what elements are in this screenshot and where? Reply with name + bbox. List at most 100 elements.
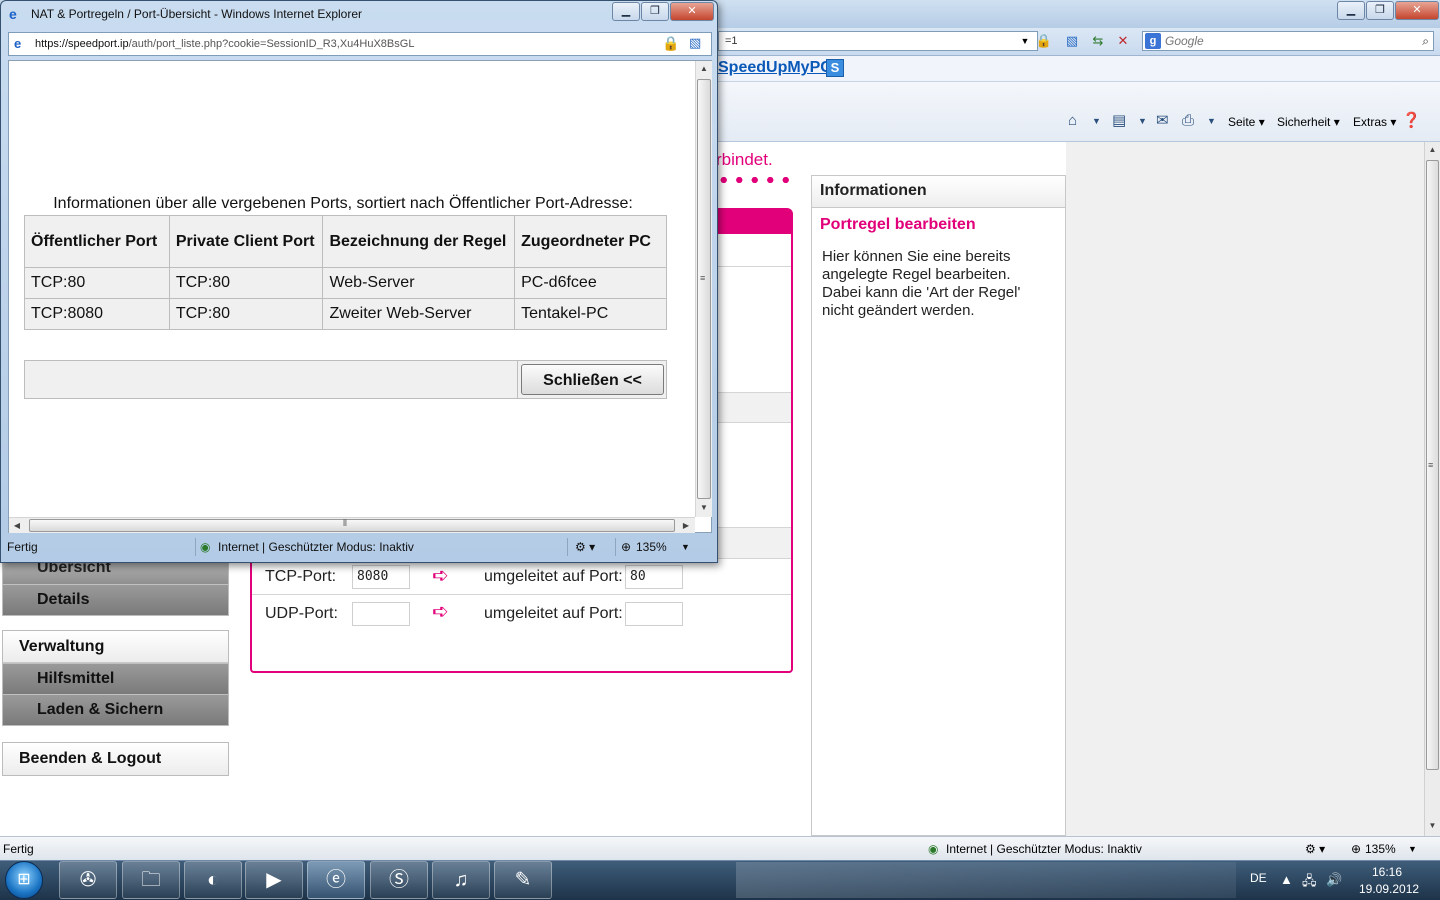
skype-icon[interactable]: Ⓢ bbox=[370, 861, 428, 899]
popup-restore-button[interactable]: ❐ bbox=[641, 2, 669, 21]
lock-icon[interactable]: 🔒 bbox=[1034, 31, 1054, 51]
mail-icon[interactable]: ✉ bbox=[1156, 112, 1169, 130]
popup-minimize-button[interactable]: ▁ bbox=[612, 2, 640, 21]
refresh-icon[interactable]: ⇆ bbox=[1088, 31, 1108, 51]
compatibility-view-icon[interactable]: ▧ bbox=[689, 35, 701, 51]
start-button[interactable]: ⊞ bbox=[5, 861, 43, 899]
scroll-right-icon[interactable]: ▶ bbox=[678, 518, 694, 534]
search-icon[interactable]: ⌕ bbox=[1422, 32, 1429, 50]
scroll-down-icon[interactable]: ▼ bbox=[696, 500, 712, 516]
zoom-dropdown-icon[interactable]: ▼ bbox=[681, 536, 690, 558]
protected-mode-icon[interactable]: ⚙ ▾ bbox=[575, 536, 595, 558]
clock-date[interactable]: 19.09.2012 bbox=[1359, 882, 1419, 896]
popup-horizontal-scrollbar[interactable]: ◀ ⦀ ▶ bbox=[9, 517, 695, 533]
internet-explorer-icon[interactable]: ⓔ bbox=[307, 861, 365, 899]
speedupmypc-icon[interactable]: S bbox=[826, 59, 844, 77]
google-icon: g bbox=[1145, 33, 1161, 49]
form-section-shade bbox=[716, 392, 791, 422]
nav-head-verwaltung[interactable]: Verwaltung bbox=[3, 631, 228, 663]
language-indicator[interactable]: DE bbox=[1250, 871, 1267, 885]
main-vertical-scrollbar[interactable]: ▲ ≡ ▼ bbox=[1424, 142, 1440, 836]
tcp-port-label: TCP-Port: bbox=[265, 568, 337, 585]
popup-close-window-button[interactable]: ✕ bbox=[670, 2, 714, 21]
minimize-button[interactable]: ▁ bbox=[1337, 1, 1365, 20]
scroll-up-icon[interactable]: ▲ bbox=[1425, 142, 1440, 158]
command-bar bbox=[716, 82, 1440, 142]
print-dropdown-icon[interactable]: ▼ bbox=[1207, 112, 1216, 130]
popup-zoom-level[interactable]: 135% bbox=[636, 536, 667, 558]
tray-expand-icon[interactable]: ▲ bbox=[1280, 872, 1293, 887]
favorite-link-speedupmypc[interactable]: SpeedUpMyPC bbox=[718, 59, 832, 77]
nav-group-overview: Übersicht Details bbox=[2, 560, 229, 616]
feeds-icon[interactable]: ▤ bbox=[1112, 112, 1126, 130]
scroll-thumb[interactable] bbox=[697, 79, 711, 499]
nav-group-admin: Verwaltung Hilfsmittel Laden & Sichern bbox=[2, 630, 229, 726]
search-box[interactable]: g Google ⌕ bbox=[1142, 31, 1434, 51]
nav-item-details[interactable]: Details bbox=[3, 584, 228, 615]
scroll-up-icon[interactable]: ▲ bbox=[696, 61, 712, 77]
udp-port-input[interactable] bbox=[352, 602, 410, 626]
print-icon[interactable]: ⎙ bbox=[1182, 112, 1194, 130]
form-section-shade bbox=[716, 527, 791, 558]
tcp-port-input[interactable]: 8080 bbox=[352, 565, 410, 589]
help-icon[interactable]: ❓ bbox=[1402, 112, 1421, 130]
home-dropdown-icon[interactable]: ▼ bbox=[1092, 112, 1101, 130]
compatibility-view-icon[interactable]: ▧ bbox=[1062, 31, 1082, 51]
dotted-divider bbox=[716, 176, 796, 184]
popup-window-controls: ▁ ❐ ✕ bbox=[611, 2, 714, 21]
nav-item-laden-sichern[interactable]: Laden & Sichern bbox=[3, 694, 228, 725]
main-zoom-level[interactable]: 135% bbox=[1365, 837, 1396, 861]
scroll-down-icon[interactable]: ▼ bbox=[1425, 818, 1440, 834]
status-separator bbox=[567, 538, 568, 556]
main-address-field[interactable]: =1 bbox=[718, 31, 1038, 51]
zoom-dropdown-icon[interactable]: ▼ bbox=[1408, 837, 1417, 861]
udp-redirect-input[interactable] bbox=[625, 602, 683, 626]
ccleaner-icon[interactable]: ◐ bbox=[184, 861, 242, 899]
tcp-redirect-label: umgeleitet auf Port: bbox=[484, 568, 623, 585]
tcp-redirect-input[interactable]: 80 bbox=[625, 565, 683, 589]
globe-icon: ◉ bbox=[200, 540, 211, 554]
paint-icon[interactable]: ✎ bbox=[494, 861, 552, 899]
popup-vertical-scrollbar[interactable]: ▲ ≡ ▼ bbox=[695, 61, 712, 517]
nav-item-hilfsmittel[interactable]: Hilfsmittel bbox=[3, 663, 228, 694]
redirect-arrow-icon: ➪ bbox=[432, 565, 449, 587]
clock-time[interactable]: 16:16 bbox=[1372, 865, 1402, 879]
scroll-thumb[interactable] bbox=[29, 519, 675, 532]
main-status-bar: Fertig ◉ Internet | Geschützter Modus: I… bbox=[0, 836, 1440, 860]
footer-divider bbox=[517, 361, 518, 398]
blurred-taskbar-area bbox=[736, 862, 1236, 898]
zoom-icon[interactable]: ⊕ bbox=[1351, 837, 1361, 861]
explorer-icon[interactable]: 🗀 bbox=[122, 861, 180, 899]
protected-mode-icon[interactable]: ⚙ ▾ bbox=[1305, 837, 1325, 861]
scroll-left-icon[interactable]: ◀ bbox=[9, 518, 25, 534]
nav-item-overview[interactable]: Übersicht bbox=[3, 560, 228, 584]
media-player-icon[interactable]: ▶ bbox=[245, 861, 303, 899]
table-cell: Tentakel-PC bbox=[514, 298, 667, 330]
media-center-icon[interactable]: ✇ bbox=[59, 861, 117, 899]
close-window-button[interactable]: ✕ bbox=[1395, 1, 1439, 20]
nav-item-logout[interactable]: Beenden & Logout bbox=[3, 743, 228, 775]
close-button[interactable]: Schließen << bbox=[521, 364, 664, 395]
popup-status-bar: Fertig ◉ Internet | Geschützter Modus: I… bbox=[5, 536, 713, 559]
volume-icon[interactable]: 🔊 bbox=[1326, 872, 1342, 888]
zoom-icon[interactable]: ⊕ bbox=[621, 536, 631, 558]
home-icon[interactable]: ⌂ bbox=[1068, 112, 1077, 130]
extras-menu[interactable]: Extras ▾ bbox=[1353, 113, 1396, 131]
table-cell: PC-d6fcee bbox=[514, 267, 667, 299]
feeds-dropdown-icon[interactable]: ▼ bbox=[1138, 112, 1147, 130]
address-dropdown-icon[interactable]: ▼ bbox=[1016, 31, 1034, 51]
restore-button[interactable]: ❐ bbox=[1366, 1, 1394, 20]
popup-status-zone: Internet | Geschützter Modus: Inaktiv bbox=[218, 540, 414, 554]
security-menu[interactable]: Sicherheit ▾ bbox=[1277, 113, 1340, 131]
popup-address-bar[interactable]: e https://speedport.ip/auth/port_liste.p… bbox=[8, 32, 712, 56]
main-status-text: Fertig bbox=[3, 842, 34, 856]
network-icon[interactable]: 🖧 bbox=[1302, 872, 1317, 894]
page-side-area bbox=[1066, 142, 1424, 836]
url-path: /auth/port_liste.php?cookie=SessionID_R3… bbox=[128, 38, 415, 50]
stop-icon[interactable]: ✕ bbox=[1113, 31, 1133, 51]
scroll-grip-icon: ≡ bbox=[1428, 460, 1434, 470]
lock-icon[interactable]: 🔒 bbox=[662, 35, 679, 52]
itunes-icon[interactable]: ♫ bbox=[432, 861, 490, 899]
scroll-grip-icon: ≡ bbox=[700, 273, 706, 283]
page-menu[interactable]: Seite ▾ bbox=[1228, 113, 1265, 131]
